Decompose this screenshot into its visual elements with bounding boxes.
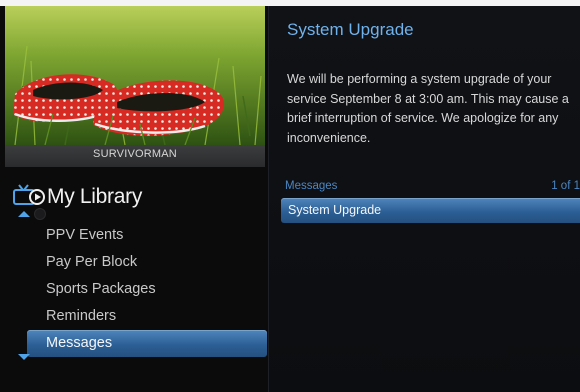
message-body: We will be performing a system upgrade o… bbox=[287, 72, 569, 145]
preview-image bbox=[5, 6, 265, 145]
message-title: System Upgrade bbox=[287, 20, 414, 39]
scroll-indicator-icon bbox=[34, 208, 46, 220]
library-menu: PPV Events Pay Per Block Sports Packages… bbox=[27, 222, 267, 357]
message-panel: System Upgrade We will be performing a s… bbox=[268, 6, 580, 392]
menu-item-ppv-events[interactable]: PPV Events bbox=[27, 222, 267, 249]
shoes-on-grass-image bbox=[5, 6, 265, 145]
messages-count: 1 of 1 bbox=[551, 180, 580, 192]
library-header: My Library bbox=[13, 182, 142, 212]
menu-item-pay-per-block[interactable]: Pay Per Block bbox=[27, 249, 267, 276]
menu-item-messages[interactable]: Messages bbox=[27, 330, 267, 357]
message-list-item[interactable]: System Upgrade bbox=[281, 198, 580, 223]
tv-library-icon bbox=[13, 184, 47, 210]
scroll-down-arrow-icon[interactable] bbox=[18, 354, 30, 360]
library-title: My Library bbox=[47, 185, 143, 208]
menu-item-reminders[interactable]: Reminders bbox=[27, 303, 267, 330]
menu-item-sports-packages[interactable]: Sports Packages bbox=[27, 276, 267, 303]
scroll-up-arrow-icon[interactable] bbox=[18, 211, 30, 217]
messages-list-label: Messages bbox=[285, 180, 338, 192]
tv-guide-screen: SURVIVORMAN My Library PPV Events Pay Pe… bbox=[0, 0, 580, 392]
preview-caption: SURVIVORMAN bbox=[5, 145, 265, 167]
library-panel: My Library PPV Events Pay Per Block Spor… bbox=[0, 168, 268, 392]
